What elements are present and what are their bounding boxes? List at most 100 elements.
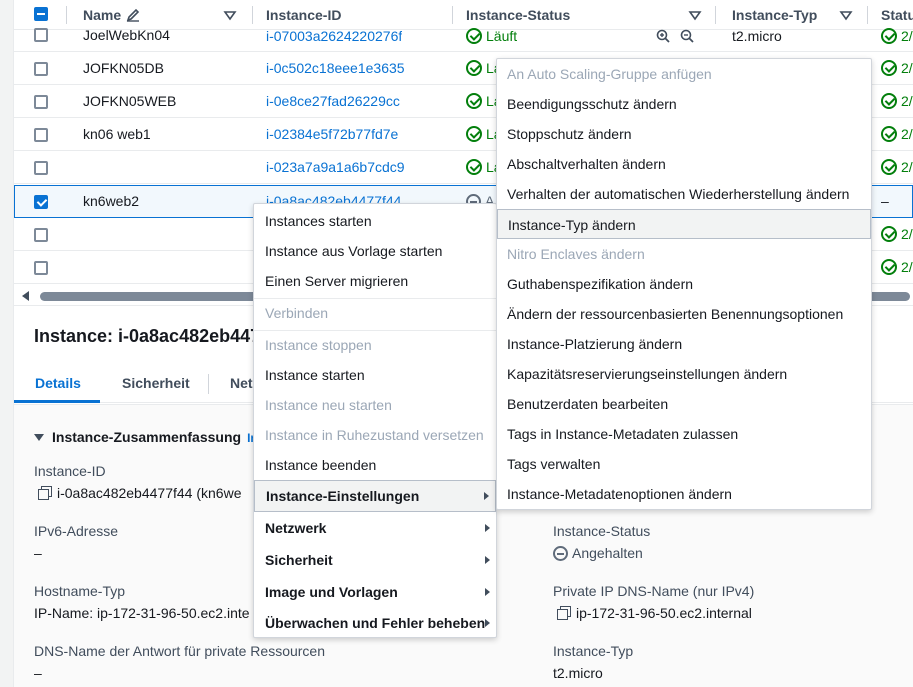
row-checkbox[interactable] — [34, 228, 48, 242]
private-dns-text: ip-172-31-96-50.ec2.internal — [576, 605, 752, 621]
copy-icon[interactable] — [38, 486, 52, 500]
zoom-in-icon[interactable] — [656, 29, 670, 43]
menu-item-terminate-instance[interactable]: Instance beenden — [254, 450, 496, 480]
submenu-item-credit-specification[interactable]: Guthabenspezifikation ändern — [497, 269, 871, 299]
ipv6-value: – — [34, 545, 42, 561]
menu-item-instance-settings[interactable]: Instance-Einstellungen — [254, 480, 496, 512]
status-check-text: 2/ — [901, 60, 913, 76]
status-check: 2/ — [881, 151, 913, 184]
instance-context-menu: Instances starten Instance aus Vorlage s… — [253, 203, 497, 638]
tab-network[interactable]: Net — [230, 366, 253, 403]
status-check: 2/ — [881, 118, 913, 151]
tab-security[interactable]: Sicherheit — [122, 366, 190, 403]
row-checkbox[interactable] — [34, 161, 48, 175]
submenu-item-manage-tags[interactable]: Tags verwalten — [497, 449, 871, 479]
instance-settings-submenu: An Auto Scaling-Gruppe anfügen Beendigun… — [496, 58, 872, 510]
hostname-type-label: Hostname-Typ — [34, 583, 126, 599]
submenu-item-tags-in-metadata[interactable]: Tags in Instance-Metadaten zulassen — [497, 419, 871, 449]
ipv6-label: IPv6-Adresse — [34, 523, 119, 539]
tab-separator — [208, 374, 209, 394]
check-circle-icon — [881, 93, 897, 109]
menu-item-monitor-troubleshoot[interactable]: Überwachen und Fehler beheben — [254, 608, 496, 638]
status-check: 2/ — [881, 85, 913, 118]
menu-item-label: Netzwerk — [265, 520, 327, 536]
tab-details[interactable]: Details — [14, 366, 100, 403]
submenu-item-termination-protection[interactable]: Beendigungsschutz ändern — [497, 89, 871, 119]
summary-header[interactable]: Instance-ZusammenfassungIn — [34, 429, 258, 445]
check-circle-icon — [466, 93, 482, 109]
submenu-arrow-icon — [484, 492, 489, 500]
check-circle-icon — [881, 126, 897, 142]
instance-status-label: Instance-Status — [553, 523, 651, 539]
menu-item-label: Instance-Einstellungen — [266, 488, 420, 504]
submenu-item-change-instance-type[interactable]: Instance-Typ ändern — [497, 209, 871, 239]
submenu-item-nitro-enclaves[interactable]: Nitro Enclaves ändern — [497, 239, 871, 269]
dns-name-value: – — [34, 665, 42, 681]
status-check-text: 2/ — [901, 159, 913, 175]
instance-type: t2.micro — [732, 28, 782, 44]
submenu-item-auto-recovery[interactable]: Verhalten der automatischen Wiederherste… — [497, 179, 871, 209]
table-row[interactable]: JoelWebKn04 i-07003a2624220276f Läuft t2… — [14, 20, 913, 52]
menu-item-launch-instances[interactable]: Instances starten — [254, 206, 496, 236]
status-check-text: 2/ — [901, 28, 913, 44]
select-all-checkbox[interactable] — [34, 7, 48, 21]
instance-id-link[interactable]: i-02384e5f72b77fd7e — [266, 118, 398, 151]
check-circle-icon — [881, 226, 897, 242]
check-circle-icon — [881, 259, 897, 275]
menu-item-start-instance[interactable]: Instance starten — [254, 360, 496, 390]
menu-item-reboot-instance[interactable]: Instance neu starten — [254, 390, 496, 420]
check-circle-icon — [881, 28, 897, 44]
submenu-arrow-icon — [485, 619, 490, 627]
copy-icon[interactable] — [557, 606, 571, 620]
row-checkbox[interactable] — [34, 95, 48, 109]
caret-down-icon — [34, 434, 44, 441]
instance-name: JOFKN05DB — [83, 60, 164, 76]
private-dns-value: ip-172-31-96-50.ec2.internal — [557, 605, 752, 621]
check-circle-icon — [466, 159, 482, 175]
status-check-text: 2/ — [901, 226, 913, 242]
submenu-arrow-icon — [485, 588, 490, 596]
status-check: 2/ — [881, 20, 913, 53]
instance-id-link[interactable]: i-07003a2624220276f — [266, 20, 402, 53]
check-circle-icon — [466, 60, 482, 76]
menu-item-connect[interactable]: Verbinden — [254, 298, 496, 328]
scroll-left-arrow-icon[interactable] — [22, 291, 29, 301]
row-checkbox-checked[interactable] — [34, 195, 48, 209]
instance-id-link[interactable]: i-023a7a9a1a6b7cdc9 — [266, 151, 405, 184]
instance-id-link[interactable]: i-0c502c18eee1e3635 — [266, 52, 405, 85]
submenu-item-metadata-options[interactable]: Instance-Metadatenoptionen ändern — [497, 479, 871, 509]
menu-item-label: Image und Vorlagen — [265, 584, 398, 600]
menu-item-label: Sicherheit — [265, 552, 333, 568]
menu-item-image-templates[interactable]: Image und Vorlagen — [254, 577, 496, 607]
instance-status-value: Angehalten — [553, 545, 643, 561]
stopped-circle-icon — [553, 546, 568, 561]
row-checkbox[interactable] — [34, 128, 48, 142]
submenu-item-attach-asg[interactable]: An Auto Scaling-Gruppe anfügen — [497, 59, 871, 89]
status-check-text: 2/ — [901, 126, 913, 142]
menu-item-migrate-server[interactable]: Einen Server migrieren — [254, 266, 496, 296]
row-checkbox[interactable] — [34, 28, 48, 42]
row-checkbox[interactable] — [34, 261, 48, 275]
instance-id-text: i-0a8ac482eb4477f44 (kn6we — [57, 485, 242, 501]
submenu-item-edit-user-data[interactable]: Benutzerdaten bearbeiten — [497, 389, 871, 419]
instance-id-label: Instance-ID — [34, 463, 106, 479]
menu-item-launch-from-template[interactable]: Instance aus Vorlage starten — [254, 236, 496, 266]
menu-item-stop-instance[interactable]: Instance stoppen — [254, 330, 496, 360]
instance-details-title: Instance: i-0a8ac482eb447 — [34, 326, 261, 346]
menu-item-network[interactable]: Netzwerk — [254, 513, 496, 543]
submenu-item-shutdown-behavior[interactable]: Abschaltverhalten ändern — [497, 149, 871, 179]
instance-type-value: t2.micro — [553, 665, 603, 681]
menu-item-security[interactable]: Sicherheit — [254, 545, 496, 575]
submenu-item-resource-naming[interactable]: Ändern der ressourcenbasierten Benennung… — [497, 299, 871, 329]
submenu-item-stop-protection[interactable]: Stoppschutz ändern — [497, 119, 871, 149]
check-circle-icon — [466, 126, 482, 142]
instance-name: kn6web2 — [83, 193, 140, 209]
menu-item-hibernate-instance[interactable]: Instance in Ruhezustand versetzen — [254, 420, 496, 450]
instance-name: JOFKN05WEB — [83, 93, 177, 109]
submenu-item-instance-placement[interactable]: Instance-Platzierung ändern — [497, 329, 871, 359]
status-check-text: 2/ — [901, 259, 913, 275]
zoom-out-icon[interactable] — [680, 29, 694, 43]
instance-id-link[interactable]: i-0e8ce27fad26229cc — [266, 85, 400, 118]
submenu-item-capacity-reservation[interactable]: Kapazitätsreservierungseinstellungen änd… — [497, 359, 871, 389]
row-checkbox[interactable] — [34, 62, 48, 76]
